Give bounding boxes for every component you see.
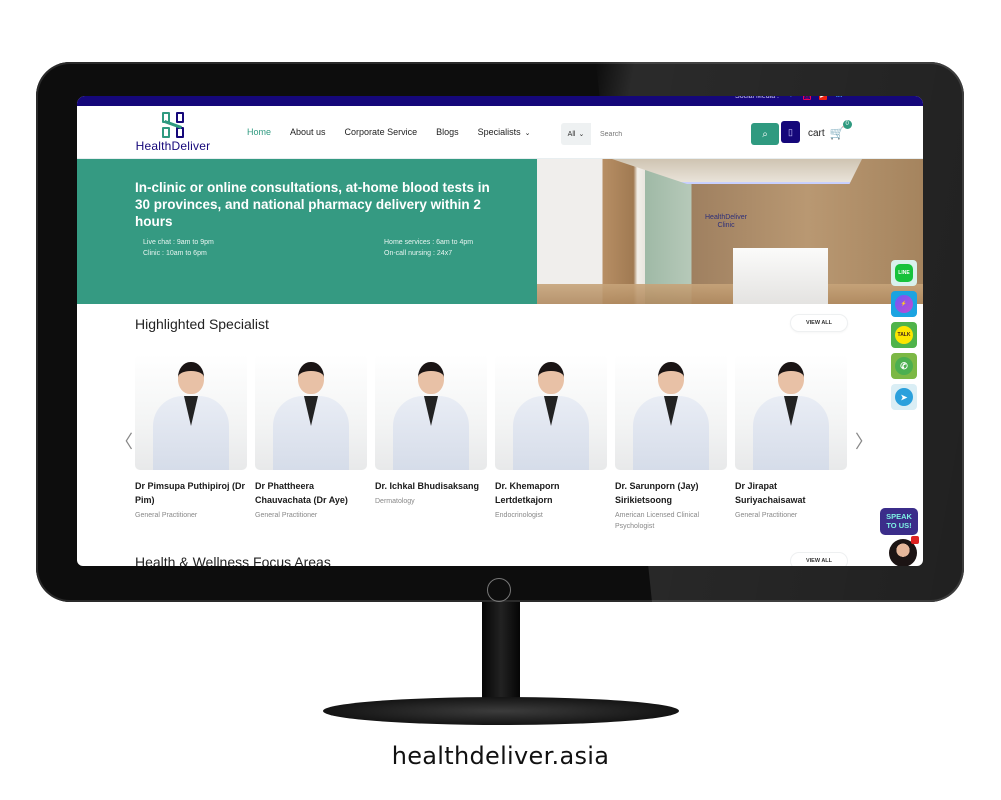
- top-bar: Social Media : f ◎ ▶ in: [77, 96, 923, 106]
- hero-text-panel: In-clinic or online consultations, at-ho…: [77, 159, 537, 304]
- instagram-icon[interactable]: ◎: [803, 96, 811, 100]
- specialist-carousel: Dr Pimsupa Puthipiroj (Dr Pim) General P…: [135, 354, 851, 554]
- doctor-photo: [255, 354, 367, 470]
- doctor-photo: [735, 354, 847, 470]
- navbar: HealthDeliver Home About us Corporate Se…: [77, 106, 923, 159]
- doctor-photo: [495, 354, 607, 470]
- line-chat-button[interactable]: LINE: [891, 260, 917, 286]
- clinic-sign-line1: HealthDeliver: [705, 214, 748, 221]
- speak-to-us-button[interactable]: SPEAK TO US!: [880, 508, 918, 535]
- nav-home[interactable]: Home: [247, 127, 271, 137]
- nav-about-us[interactable]: About us: [290, 127, 326, 137]
- kakaotalk-icon: TALK: [895, 326, 913, 344]
- power-button-icon: [487, 578, 511, 602]
- telegram-chat-button[interactable]: ➤: [891, 384, 917, 410]
- specialist-card[interactable]: Dr. Khemaporn Lertdetkajorn Endocrinolog…: [495, 354, 607, 522]
- specialist-card[interactable]: Dr Jirapat Suriyachaisawat General Pract…: [735, 354, 847, 522]
- carousel-next-icon[interactable]: 〉: [855, 428, 873, 454]
- hours-on-call-nursing: On-call nursing : 24x7: [384, 249, 453, 257]
- linkedin-icon[interactable]: in: [835, 96, 843, 100]
- doctor-name[interactable]: Dr Pimsupa Puthipiroj (Dr Pim): [135, 479, 247, 507]
- search-category-value: All: [567, 130, 576, 138]
- telegram-icon: ➤: [895, 388, 913, 406]
- section-title-focus-areas: Health & Wellness Focus Areas: [135, 554, 331, 566]
- cart-icon: 🛒 0: [830, 120, 852, 140]
- search-button[interactable]: ⌕: [751, 123, 779, 145]
- section-title-specialists: Highlighted Specialist: [135, 316, 269, 332]
- hours-live-chat: Live chat : 9am to 9pm: [143, 239, 214, 246]
- search-input[interactable]: [591, 123, 751, 145]
- doctor-photo: [615, 354, 727, 470]
- social-media: Social Media : f ◎ ▶ in: [735, 96, 843, 100]
- cart-label: cart: [808, 127, 825, 139]
- website-screen: Social Media : f ◎ ▶ in HealthDeliver Ho…: [77, 96, 923, 566]
- specialist-card[interactable]: Dr Pimsupa Puthipiroj (Dr Pim) General P…: [135, 354, 247, 522]
- search-icon: ⌕: [762, 128, 768, 140]
- kakaotalk-chat-button[interactable]: TALK: [891, 322, 917, 348]
- logo[interactable]: HealthDeliver: [133, 112, 213, 153]
- view-all-focus-areas-button[interactable]: VIEW ALL: [790, 552, 848, 566]
- nav-specialists-label: Specialists: [477, 127, 521, 137]
- main-nav: Home About us Corporate Service Blogs Sp…: [247, 127, 550, 137]
- search-bar: All ⌄: [561, 123, 751, 145]
- mockup-stage: healthdeliver.asia Social Media : f ◎ ▶ …: [0, 0, 1001, 800]
- doctor-name[interactable]: Dr. Sarunporn (Jay) Sirikietsoong: [615, 479, 727, 507]
- nav-specialists[interactable]: Specialists ⌄: [478, 127, 531, 137]
- social-label: Social Media :: [735, 96, 779, 100]
- reception-desk: [733, 248, 828, 304]
- hours-clinic: Clinic : 10am to 6pm: [143, 249, 207, 257]
- whatsapp-chat-button[interactable]: ✆: [891, 353, 917, 379]
- doctor-specialty: General Practitioner: [735, 512, 798, 519]
- clinic-sign-line2: Clinic: [717, 222, 735, 229]
- chevron-down-icon: ⌄: [578, 131, 585, 138]
- chevron-down-icon: ⌄: [524, 130, 531, 137]
- notification-badge: [911, 536, 919, 544]
- hours-left: Live chat : 9am to 9pm Clinic : 10am to …: [143, 238, 214, 259]
- monitor-stand-base: [323, 697, 679, 725]
- youtube-icon[interactable]: ▶: [819, 96, 827, 100]
- messenger-icon: ⚡: [895, 295, 913, 313]
- doctor-photo: [135, 354, 247, 470]
- view-all-specialists-button[interactable]: VIEW ALL: [790, 314, 848, 332]
- domain-caption: healthdeliver.asia: [391, 742, 610, 770]
- brand-name: HealthDeliver: [135, 139, 211, 153]
- chat-widgets: LINE ⚡ TALK ✆ ➤: [891, 260, 917, 410]
- clinic-sign: HealthDeliver Clinic: [705, 214, 747, 230]
- doctor-specialty: Endocrinologist: [495, 512, 543, 519]
- whatsapp-icon: ✆: [895, 357, 913, 375]
- doctor-name[interactable]: Dr Jirapat Suriyachaisawat: [735, 479, 847, 507]
- nav-corporate-service[interactable]: Corporate Service: [345, 127, 418, 137]
- hours-home-services: Home services : 6am to 4pm: [384, 239, 474, 246]
- specialist-card[interactable]: Dr Phattheera Chauvachata (Dr Aye) Gener…: [255, 354, 367, 522]
- doctor-specialty: American Licensed Clinical Psychologist: [615, 512, 700, 530]
- doctor-name[interactable]: Dr. Khemaporn Lertdetkajorn: [495, 479, 607, 507]
- cart-count-badge: 0: [842, 120, 852, 129]
- hours-right: Home services : 6am to 4pm On-call nursi…: [384, 238, 473, 259]
- specialist-card[interactable]: Dr. Ichkal Bhudisaksang Dermatology: [375, 354, 487, 508]
- doctor-name[interactable]: Dr. Ichkal Bhudisaksang: [375, 479, 487, 493]
- logo-icon: [160, 112, 186, 138]
- line-icon: LINE: [895, 264, 913, 282]
- messenger-chat-button[interactable]: ⚡: [891, 291, 917, 317]
- doctor-name[interactable]: Dr Phattheera Chauvachata (Dr Aye): [255, 479, 367, 507]
- clinic-floor: [537, 284, 923, 304]
- facebook-icon[interactable]: f: [787, 96, 795, 100]
- monitor-stand-neck: [482, 602, 520, 706]
- mobile-app-button[interactable]: ▯: [781, 121, 800, 143]
- specialist-card[interactable]: Dr. Sarunporn (Jay) Sirikietsoong Americ…: [615, 354, 727, 532]
- search-category-select[interactable]: All ⌄: [561, 123, 591, 145]
- phone-icon: ▯: [788, 126, 793, 137]
- carousel-prev-icon[interactable]: 〈: [115, 428, 133, 454]
- hero-banner: In-clinic or online consultations, at-ho…: [77, 159, 923, 304]
- doctor-specialty: General Practitioner: [255, 512, 318, 519]
- doctor-photo: [375, 354, 487, 470]
- nav-blogs[interactable]: Blogs: [436, 127, 459, 137]
- cart-button[interactable]: cart 🛒 0: [808, 120, 852, 140]
- clinic-ceiling: [612, 159, 862, 184]
- doctor-specialty: General Practitioner: [135, 512, 198, 519]
- hero-title: In-clinic or online consultations, at-ho…: [135, 180, 490, 229]
- doctor-specialty: Dermatology: [375, 498, 415, 505]
- clinic-photo: HealthDeliver Clinic: [537, 159, 923, 304]
